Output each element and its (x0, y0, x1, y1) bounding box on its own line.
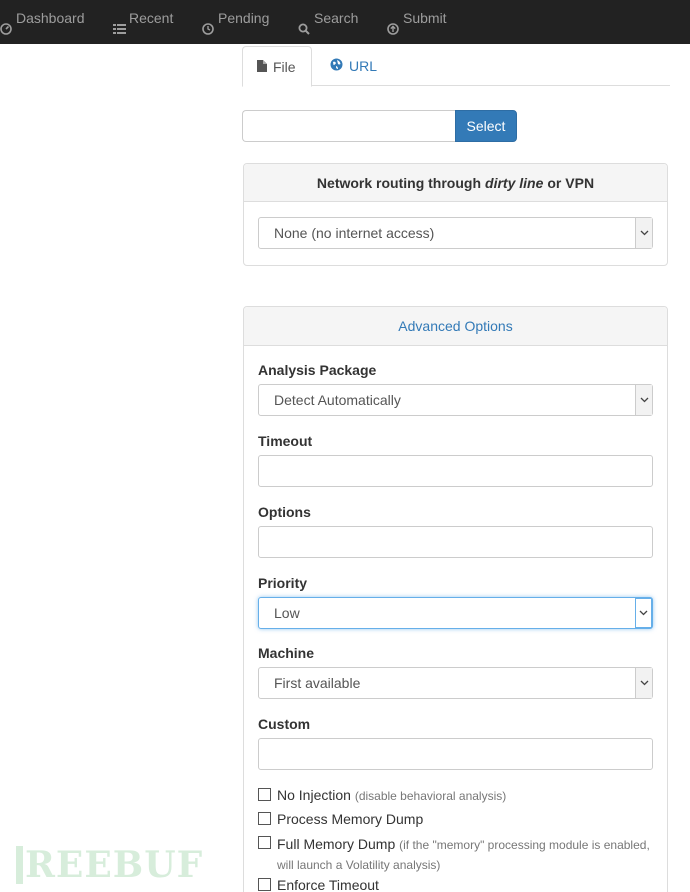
submit-tabs: File URL (242, 46, 670, 87)
process-memory-dump-option[interactable]: Process Memory Dump (258, 811, 423, 827)
options-label: Options (258, 504, 311, 520)
priority-value: Low (274, 605, 300, 621)
no-injection-note: (disable behavioral analysis) (354, 789, 507, 803)
select-file-button[interactable]: Select (455, 110, 517, 142)
list-icon (113, 12, 126, 34)
watermark-bar (16, 846, 23, 884)
full-memory-dump-note-2: will launch a Volatility analysis) (277, 858, 441, 872)
nav-search-label: Search (314, 10, 359, 26)
no-injection-label: No Injection (277, 787, 351, 803)
analysis-package-value: Detect Automatically (274, 392, 401, 408)
globe-icon (330, 58, 343, 74)
top-navbar: Dashboard Recent Pending Search Submit (0, 0, 690, 44)
machine-label: Machine (258, 645, 315, 661)
timeout-input[interactable] (258, 455, 653, 487)
process-memory-dump-label: Process Memory Dump (277, 811, 424, 827)
enforce-timeout-option[interactable]: Enforce Timeout (258, 877, 379, 892)
nav-submit[interactable]: Submit (387, 0, 447, 44)
enforce-timeout-checkbox[interactable] (258, 878, 271, 891)
freebuf-watermark: REEBUF (16, 846, 203, 884)
nav-recent-label: Recent (129, 10, 174, 26)
tab-url[interactable]: URL (316, 46, 391, 86)
no-injection-checkbox[interactable] (258, 788, 271, 801)
nav-recent[interactable]: Recent (113, 0, 173, 44)
watermark-text: REEBUF (25, 844, 204, 886)
nav-submit-label: Submit (403, 10, 447, 26)
custom-label: Custom (258, 716, 311, 732)
routing-heading-suffix: or VPN (547, 174, 595, 191)
priority-label: Priority (258, 575, 308, 591)
custom-input[interactable] (258, 738, 653, 770)
tab-url-label: URL (349, 58, 378, 74)
machine-value: First available (274, 675, 361, 691)
routing-heading-prefix: Network routing through (316, 174, 482, 191)
nav-pending-label: Pending (218, 10, 270, 26)
options-input[interactable] (258, 526, 653, 558)
routing-panel: Network routing through dirty line or VP… (243, 163, 668, 266)
chevron-down-icon (635, 598, 652, 628)
no-injection-option[interactable]: No Injection (disable behavioral analysi… (258, 787, 506, 803)
dashboard-icon (0, 12, 12, 35)
file-path-input[interactable] (242, 110, 456, 142)
file-icon (257, 59, 267, 75)
advanced-options-heading[interactable]: Advanced Options (244, 307, 667, 346)
priority-select[interactable]: Low (258, 597, 653, 629)
tab-file-label: File (273, 58, 296, 75)
clock-icon (202, 12, 214, 35)
analysis-package-select[interactable]: Detect Automatically (258, 384, 653, 416)
full-memory-dump-option[interactable]: Full Memory Dump (if the "memory" proces… (258, 835, 658, 875)
search-icon (298, 12, 310, 35)
full-memory-dump-checkbox[interactable] (258, 836, 271, 849)
full-memory-dump-label: Full Memory Dump (277, 836, 396, 852)
full-memory-dump-note: (if the "memory" processing module is en… (399, 838, 650, 852)
chevron-down-icon (635, 668, 652, 698)
tab-file[interactable]: File (242, 46, 312, 87)
timeout-label: Timeout (258, 433, 313, 449)
nav-search[interactable]: Search (298, 0, 358, 44)
routing-select[interactable]: None (no internet access) (258, 217, 653, 249)
analysis-package-label: Analysis Package (258, 362, 377, 378)
upload-icon (387, 12, 399, 35)
routing-select-value: None (no internet access) (274, 225, 435, 241)
routing-heading-emphasis: dirty line (485, 174, 544, 191)
chevron-down-icon (635, 218, 652, 248)
nav-dashboard-label: Dashboard (16, 10, 85, 26)
nav-dashboard[interactable]: Dashboard (0, 0, 85, 44)
routing-heading: Network routing through dirty line or VP… (244, 164, 667, 202)
enforce-timeout-label: Enforce Timeout (277, 877, 379, 892)
process-memory-dump-checkbox[interactable] (258, 812, 271, 825)
machine-select[interactable]: First available (258, 667, 653, 699)
nav-pending[interactable]: Pending (202, 0, 269, 44)
chevron-down-icon (635, 385, 652, 415)
